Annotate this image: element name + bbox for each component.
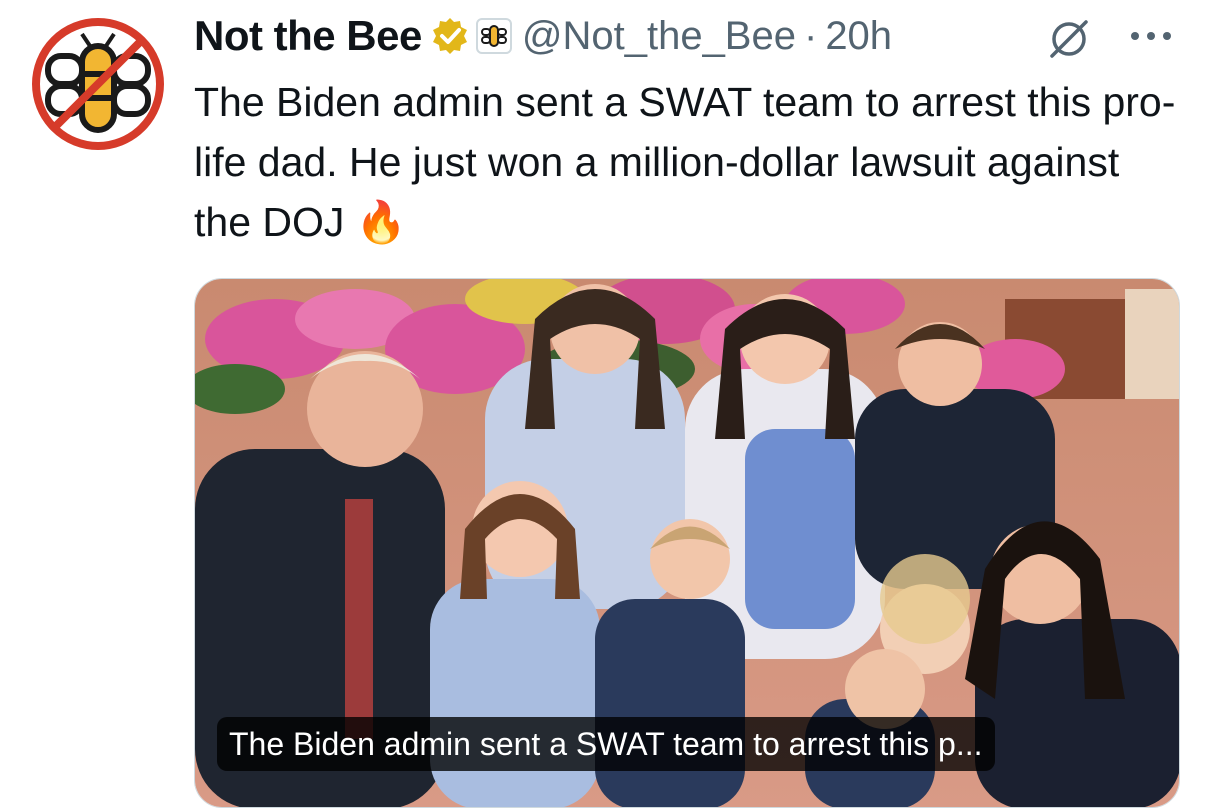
timestamp[interactable]: 20h [825,14,892,59]
tweet-header: Not the Bee @Not_the_Bee · 20h [194,8,892,64]
media-caption: The Biden admin sent a SWAT team to arre… [217,717,995,771]
handle[interactable]: @Not_the_Bee [522,14,796,59]
verified-badge-icon[interactable] [430,16,470,56]
tweet-text: The Biden admin sent a SWAT team to arre… [194,79,1176,245]
avatar[interactable] [30,16,166,152]
no-bee-logo-icon [32,18,164,150]
tweet-media[interactable]: The Biden admin sent a SWAT team to arre… [194,278,1180,808]
grok-icon[interactable] [1046,16,1092,62]
bee-affiliate-icon[interactable] [475,18,512,54]
display-name[interactable]: Not the Bee [194,12,422,60]
more-options-icon[interactable] [1128,28,1174,44]
separator-dot: · [803,13,818,58]
